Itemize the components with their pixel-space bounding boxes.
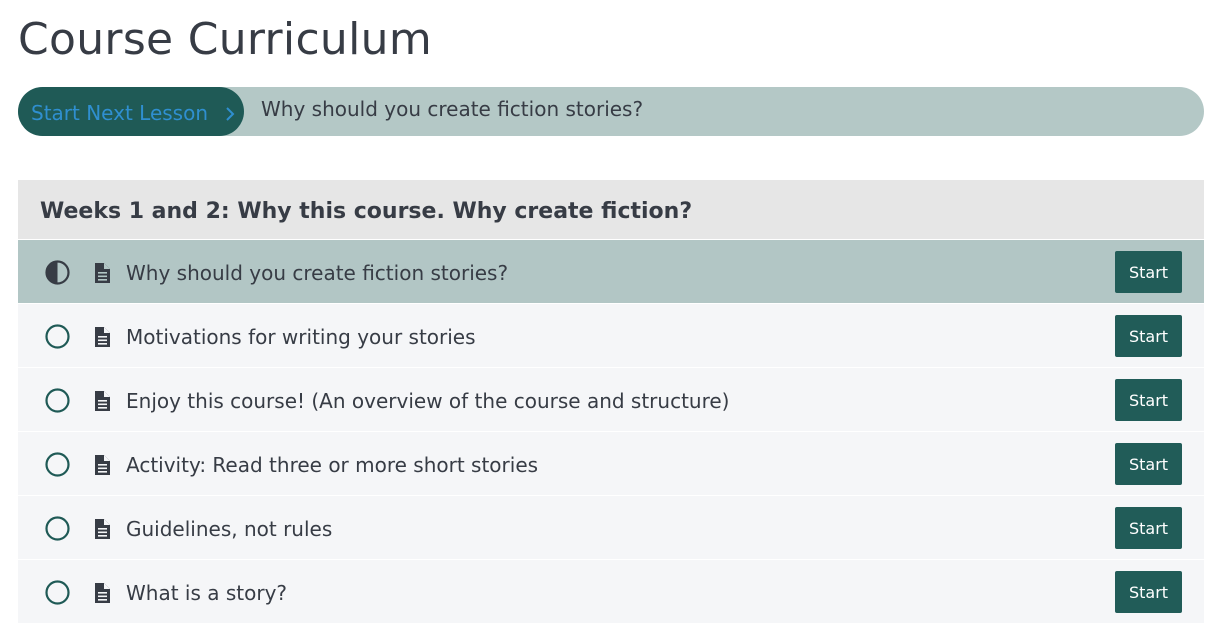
lesson-title: Activity: Read three or more short stori… <box>126 453 539 477</box>
lesson-title: Motivations for writing your stories <box>126 325 476 349</box>
empty-circle-icon <box>45 516 70 541</box>
lesson-row[interactable]: Why should you create fiction stories? S… <box>18 239 1204 303</box>
document-icon <box>94 391 110 411</box>
document-icon <box>94 263 110 283</box>
section-title: Weeks 1 and 2: Why this course. Why crea… <box>18 180 1204 239</box>
start-lesson-button[interactable]: Start <box>1115 507 1182 549</box>
empty-circle-icon <box>45 324 70 349</box>
start-next-lesson-button[interactable]: Start Next Lesson <box>18 87 244 136</box>
empty-circle-icon <box>45 580 70 605</box>
document-icon <box>94 519 110 539</box>
lesson-title: Guidelines, not rules <box>126 517 333 541</box>
empty-circle-icon <box>45 452 70 477</box>
start-lesson-button[interactable]: Start <box>1115 379 1182 421</box>
lesson-title: What is a story? <box>126 581 288 605</box>
curriculum-section: Weeks 1 and 2: Why this course. Why crea… <box>18 180 1204 623</box>
lesson-row[interactable]: Activity: Read three or more short stori… <box>18 431 1204 495</box>
lesson-title: Why should you create fiction stories? <box>126 261 509 285</box>
lesson-row[interactable]: Enjoy this course! (An overview of the c… <box>18 367 1204 431</box>
page-title: Course Curriculum <box>18 14 432 65</box>
empty-circle-icon <box>45 388 70 413</box>
document-icon <box>94 583 110 603</box>
start-lesson-button[interactable]: Start <box>1115 571 1182 613</box>
lesson-row[interactable]: Guidelines, not rules Start <box>18 495 1204 559</box>
start-lesson-button[interactable]: Start <box>1115 443 1182 485</box>
chevron-right-icon <box>222 100 238 124</box>
lesson-row[interactable]: Motivations for writing your stories Sta… <box>18 303 1204 367</box>
document-icon <box>94 327 110 347</box>
next-lesson-bar: Start Next Lesson Why should you create … <box>18 87 1204 136</box>
document-icon <box>94 455 110 475</box>
next-lesson-title: Why should you create fiction stories? <box>261 97 644 121</box>
start-next-lesson-label: Start Next Lesson <box>31 101 209 125</box>
start-lesson-button[interactable]: Start <box>1115 251 1182 293</box>
lesson-row[interactable]: What is a story? Start <box>18 559 1204 623</box>
curriculum-page: Course Curriculum Start Next Lesson Why … <box>0 0 1215 624</box>
lesson-title: Enjoy this course! (An overview of the c… <box>126 389 730 413</box>
half-circle-progress-icon <box>45 260 70 285</box>
start-lesson-button[interactable]: Start <box>1115 315 1182 357</box>
